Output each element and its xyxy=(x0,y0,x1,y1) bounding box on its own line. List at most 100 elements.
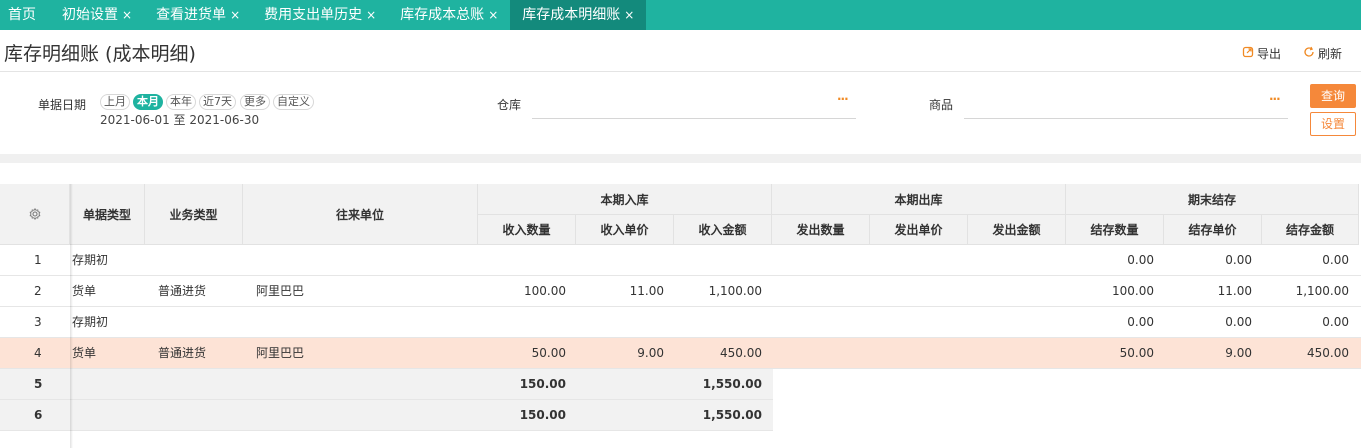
cell-in-qty: 150.00 xyxy=(519,377,566,391)
quick-date-last-7-days[interactable]: 近7天 xyxy=(199,94,236,110)
warehouse-field-underline xyxy=(532,118,856,119)
row-number: 6 xyxy=(34,408,43,422)
tab-1[interactable]: 初始设置 × xyxy=(50,0,144,30)
column-header-partner: 往来单位 xyxy=(243,184,478,245)
cell-out-price xyxy=(874,276,958,306)
date-range-value[interactable]: 2021-06-01 至 2021-06-30 xyxy=(100,111,259,128)
cell-doc-type: 货单 xyxy=(72,284,97,298)
product-field-underline xyxy=(964,118,1288,119)
cell-out-amount xyxy=(972,245,1056,275)
settings-button[interactable]: 设置 xyxy=(1310,112,1356,136)
table-row[interactable]: 1 存期初 0.00 0.00 0.00 xyxy=(0,245,1361,276)
cell-in-amount xyxy=(678,307,762,337)
close-icon[interactable]: × xyxy=(230,8,240,22)
warehouse-picker-icon[interactable]: ··· xyxy=(837,92,849,106)
cell-end-amount: 1,100.00 xyxy=(1295,284,1349,298)
gear-icon[interactable] xyxy=(29,207,41,221)
tab-bar: 首页 初始设置 × 查看进货单 × 费用支出单历史 × 库存成本总账 × 库存成本明细账 × xyxy=(0,0,1361,30)
quick-date-more[interactable]: 更多 xyxy=(240,94,270,110)
column-header-end-qty: 结存数量 xyxy=(1066,215,1164,245)
warehouse-label: 仓库 xyxy=(497,98,522,112)
product-picker-icon[interactable]: ··· xyxy=(1269,92,1281,106)
page-title: 库存明细账 (成本明细) xyxy=(4,43,196,65)
export-button[interactable]: 导出 xyxy=(1242,45,1281,62)
table-row[interactable]: 2 货单 普通进货 阿里巴巴 100.00 11.00 1,100.00 100.00 11.0… xyxy=(0,276,1361,307)
tab-label: 查看进货单 xyxy=(156,7,227,23)
cell-out-price xyxy=(874,245,958,275)
column-group-out: 本期出库 xyxy=(772,184,1066,215)
quick-date-this-year[interactable]: 本年 xyxy=(166,94,196,110)
cell-in-qty xyxy=(482,245,566,275)
product-label: 商品 xyxy=(929,98,954,112)
cell-in-price xyxy=(580,245,664,275)
row-number: 3 xyxy=(34,315,42,329)
cell-in-price: 11.00 xyxy=(629,284,664,298)
cell-end-price: 0.00 xyxy=(1225,253,1252,267)
close-icon[interactable]: × xyxy=(122,8,132,22)
cell-partner: 阿里巴巴 xyxy=(256,284,305,298)
cell-end-qty: 0.00 xyxy=(1127,253,1154,267)
column-settings-cell xyxy=(0,184,70,245)
date-filter-label: 单据日期 xyxy=(38,98,87,112)
quick-date-last-month[interactable]: 上月 xyxy=(100,94,130,110)
warehouse-field[interactable] xyxy=(532,86,856,118)
cell-in-qty: 150.00 xyxy=(519,408,566,422)
row-number: 4 xyxy=(34,346,42,360)
cell-in-amount: 1,550.00 xyxy=(702,377,762,391)
cell-end-qty: 100.00 xyxy=(1112,284,1154,298)
column-header-biz-type: 业务类型 xyxy=(145,184,243,245)
column-header-out-qty: 发出数量 xyxy=(772,215,870,245)
tab-label: 初始设置 xyxy=(62,7,118,23)
cell-in-price xyxy=(580,307,664,337)
cell-end-amount: 0.00 xyxy=(1322,253,1349,267)
cell-partner xyxy=(256,307,476,337)
summary-row: 5 150.00 1,550.00 xyxy=(0,369,773,400)
filter-panel: 单据日期 上月 本月 本年 近7天 更多 自定义 2021-06-01 至 20… xyxy=(0,72,1361,154)
close-icon[interactable]: × xyxy=(488,8,498,22)
quick-date-custom[interactable]: 自定义 xyxy=(273,94,314,110)
cell-out-qty xyxy=(776,307,860,337)
frozen-column-shadow xyxy=(70,184,73,448)
cell-biz-type: 普通进货 xyxy=(158,346,207,360)
export-label: 导出 xyxy=(1257,47,1282,61)
refresh-icon xyxy=(1303,46,1315,61)
tab-5[interactable]: 库存成本明细账 × xyxy=(510,0,647,30)
cell-out-amount xyxy=(972,338,1056,368)
refresh-label: 刷新 xyxy=(1318,47,1343,61)
cell-end-amount: 450.00 xyxy=(1307,346,1349,360)
cell-end-price: 11.00 xyxy=(1217,284,1252,298)
table-row[interactable]: 3 存期初 0.00 0.00 0.00 xyxy=(0,307,1361,338)
product-field[interactable] xyxy=(964,86,1288,118)
cell-in-amount: 1,100.00 xyxy=(708,284,762,298)
cell-end-qty: 0.00 xyxy=(1127,315,1154,329)
cell-end-price: 9.00 xyxy=(1225,346,1252,360)
table-row[interactable]: 4 货单 普通进货 阿里巴巴 50.00 9.00 450.00 50.00 9.00 450.0… xyxy=(0,338,1361,369)
close-icon[interactable]: × xyxy=(366,8,376,22)
row-number: 5 xyxy=(34,377,43,391)
column-header-in-price: 收入单价 xyxy=(576,215,674,245)
column-group-in: 本期入库 xyxy=(478,184,772,215)
row-number: 2 xyxy=(34,284,42,298)
row-number: 1 xyxy=(34,253,42,267)
cell-out-price xyxy=(874,307,958,337)
cell-in-price: 9.00 xyxy=(637,346,664,360)
cell-in-qty: 50.00 xyxy=(531,346,566,360)
refresh-button[interactable]: 刷新 xyxy=(1303,45,1342,62)
close-icon[interactable]: × xyxy=(624,8,634,22)
cell-out-amount xyxy=(972,307,1056,337)
cell-out-qty xyxy=(776,245,860,275)
column-header-doc-type: 单据类型 xyxy=(70,184,145,245)
column-group-end: 期末结存 xyxy=(1066,184,1359,215)
cell-in-amount xyxy=(678,245,762,275)
tab-2[interactable]: 查看进货单 × xyxy=(144,0,252,30)
tab-label: 库存成本总账 xyxy=(400,7,485,23)
tab-home[interactable]: 首页 xyxy=(0,0,50,30)
cell-partner: 阿里巴巴 xyxy=(256,346,305,360)
tab-4[interactable]: 库存成本总账 × xyxy=(388,0,510,30)
column-header-end-amount: 结存金额 xyxy=(1262,215,1359,245)
page-header: 库存明细账 (成本明细) 导出 刷新 xyxy=(0,30,1361,72)
quick-date-this-month[interactable]: 本月 xyxy=(133,94,163,110)
tab-3[interactable]: 费用支出单历史 × xyxy=(252,0,388,30)
query-button[interactable]: 查询 xyxy=(1310,84,1356,108)
column-header-in-qty: 收入数量 xyxy=(478,215,576,245)
